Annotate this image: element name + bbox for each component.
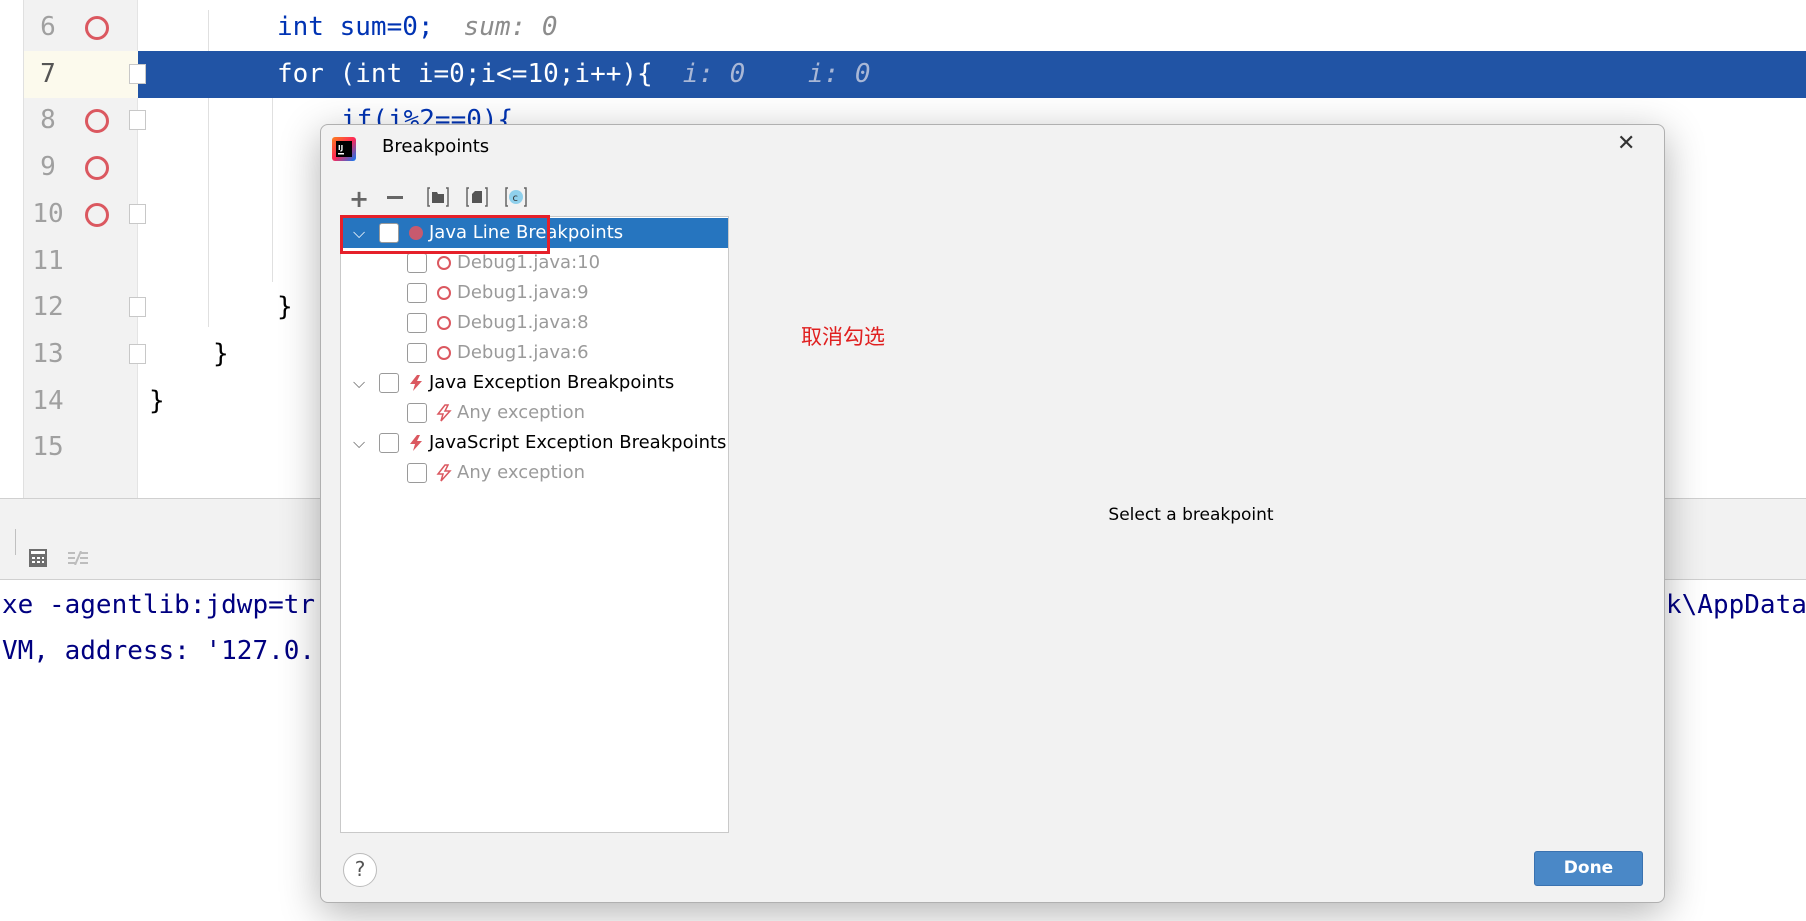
tree-item[interactable]: Debug1.java:6 bbox=[341, 338, 728, 368]
breakpoints-tree[interactable]: ⌵ Java Line Breakpoints Debug1.java:10 Debu… bbox=[340, 216, 729, 833]
svg-text:IJ: IJ bbox=[338, 144, 343, 152]
code-text: } bbox=[149, 378, 165, 425]
breakpoint-circle-icon bbox=[437, 256, 451, 270]
code-line[interactable]: 7 for (int i=0;i<=10;i++){ i: 0 i: 0 bbox=[0, 50, 1806, 98]
group-by-package-icon[interactable] bbox=[427, 187, 449, 207]
inline-debug-value: i: 0 i: 0 bbox=[682, 58, 871, 89]
checkbox[interactable] bbox=[407, 403, 427, 423]
line-number: 10 bbox=[32, 198, 64, 229]
breakpoint-circle-icon[interactable] bbox=[85, 202, 109, 227]
code-text: for (int i=0;i<=10;i++){ i: 0 i: 0 bbox=[277, 51, 871, 98]
annotation-text: 取消勾选 bbox=[801, 325, 885, 349]
inline-debug-value: sum: 0 bbox=[463, 12, 558, 42]
checkbox[interactable] bbox=[407, 313, 427, 333]
dialog-title: Breakpoints bbox=[382, 136, 490, 157]
tree-item[interactable]: Any exception bbox=[341, 458, 728, 488]
lightning-outline-icon bbox=[436, 464, 452, 482]
lightning-outline-icon bbox=[436, 404, 452, 422]
restore-layout-icon[interactable] bbox=[68, 551, 88, 565]
console-output-line: k\AppData bbox=[1666, 590, 1806, 620]
tree-item[interactable]: Debug1.java:8 bbox=[341, 308, 728, 338]
svg-text:c: c bbox=[513, 193, 519, 204]
tree-item[interactable]: Any exception bbox=[341, 398, 728, 428]
fold-marker-icon[interactable] bbox=[129, 110, 146, 131]
line-number: 11 bbox=[32, 245, 64, 276]
group-by-file-icon[interactable] bbox=[466, 187, 488, 207]
lightning-icon bbox=[410, 435, 422, 451]
breakpoint-circle-icon[interactable] bbox=[85, 109, 109, 134]
tree-item-label: Debug1.java:9 bbox=[457, 282, 589, 303]
tree-item[interactable]: ⌵ Java Exception Breakpoints bbox=[341, 368, 728, 398]
code-line[interactable]: 6 int sum=0; sum: 0 bbox=[0, 4, 1806, 51]
tree-item-label: Java Exception Breakpoints bbox=[429, 372, 675, 393]
annotation-highlight-box bbox=[340, 215, 550, 254]
tree-item-label: JavaScript Exception Breakpoints bbox=[429, 432, 727, 453]
line-number: 6 bbox=[40, 12, 56, 42]
line-number: 15 bbox=[32, 432, 64, 463]
lightning-icon bbox=[410, 375, 422, 391]
tree-item[interactable]: Debug1.java:9 bbox=[341, 278, 728, 308]
help-button[interactable]: ? bbox=[343, 853, 377, 887]
fold-marker-icon[interactable] bbox=[129, 63, 146, 84]
code-text: } bbox=[213, 331, 229, 378]
detail-placeholder: Select a breakpoint bbox=[1108, 505, 1274, 525]
tree-item[interactable]: ⌵ JavaScript Exception Breakpoints bbox=[341, 428, 728, 458]
code-text: } bbox=[277, 284, 293, 331]
code-statement: } bbox=[149, 385, 165, 416]
line-number: 8 bbox=[40, 105, 56, 136]
checkbox[interactable] bbox=[407, 463, 427, 483]
line-number: 7 bbox=[40, 58, 56, 89]
group-by-class-icon[interactable]: c bbox=[505, 187, 527, 207]
breakpoint-circle-icon bbox=[437, 346, 451, 360]
checkbox[interactable] bbox=[407, 343, 427, 363]
breakpoint-circle-icon[interactable] bbox=[85, 156, 109, 181]
breakpoint-circle-icon[interactable] bbox=[85, 16, 109, 40]
code-statement: int sum=0; bbox=[277, 12, 434, 42]
checkbox[interactable] bbox=[407, 253, 427, 273]
checkbox[interactable] bbox=[379, 373, 399, 393]
tree-item-label: Any exception bbox=[457, 462, 586, 483]
code-statement: for (int i=0;i<=10;i++){ bbox=[277, 58, 653, 89]
calculator-icon[interactable] bbox=[29, 549, 47, 567]
line-number: 9 bbox=[40, 152, 56, 183]
fold-marker-icon[interactable] bbox=[129, 297, 146, 318]
breakpoint-circle-icon bbox=[437, 316, 451, 330]
fold-marker-icon[interactable] bbox=[129, 343, 146, 364]
chevron-down-icon[interactable]: ⌵ bbox=[353, 368, 365, 398]
fold-marker-icon[interactable] bbox=[129, 203, 146, 224]
line-number: 12 bbox=[32, 292, 64, 323]
close-button[interactable]: ✕ bbox=[1617, 131, 1635, 156]
chevron-down-icon[interactable]: ⌵ bbox=[353, 428, 365, 458]
code-text: int sum=0; sum: 0 bbox=[277, 4, 557, 51]
tree-item-label: Debug1.java:6 bbox=[457, 342, 589, 363]
console-output-line: xe -agentlib:jdwp=tr bbox=[2, 590, 316, 620]
code-statement: } bbox=[277, 292, 293, 323]
add-button[interactable]: + bbox=[349, 185, 369, 213]
line-number: 14 bbox=[32, 385, 64, 416]
checkbox[interactable] bbox=[407, 283, 427, 303]
console-output-line: VM, address: '127.0. bbox=[2, 636, 316, 666]
breakpoint-circle-icon bbox=[437, 286, 451, 300]
remove-button[interactable] bbox=[387, 196, 403, 199]
checkbox[interactable] bbox=[379, 433, 399, 453]
tree-item-label: Debug1.java:8 bbox=[457, 312, 589, 333]
breakpoints-dialog: IJ Breakpoints ✕ + c ⌵ Java Line Breakpoi… bbox=[320, 124, 1665, 903]
tree-item-label: Any exception bbox=[457, 402, 586, 423]
intellij-logo-icon: IJ bbox=[332, 137, 356, 161]
done-button[interactable]: Done bbox=[1534, 851, 1643, 886]
line-number: 13 bbox=[32, 338, 64, 369]
code-statement: } bbox=[213, 338, 229, 369]
